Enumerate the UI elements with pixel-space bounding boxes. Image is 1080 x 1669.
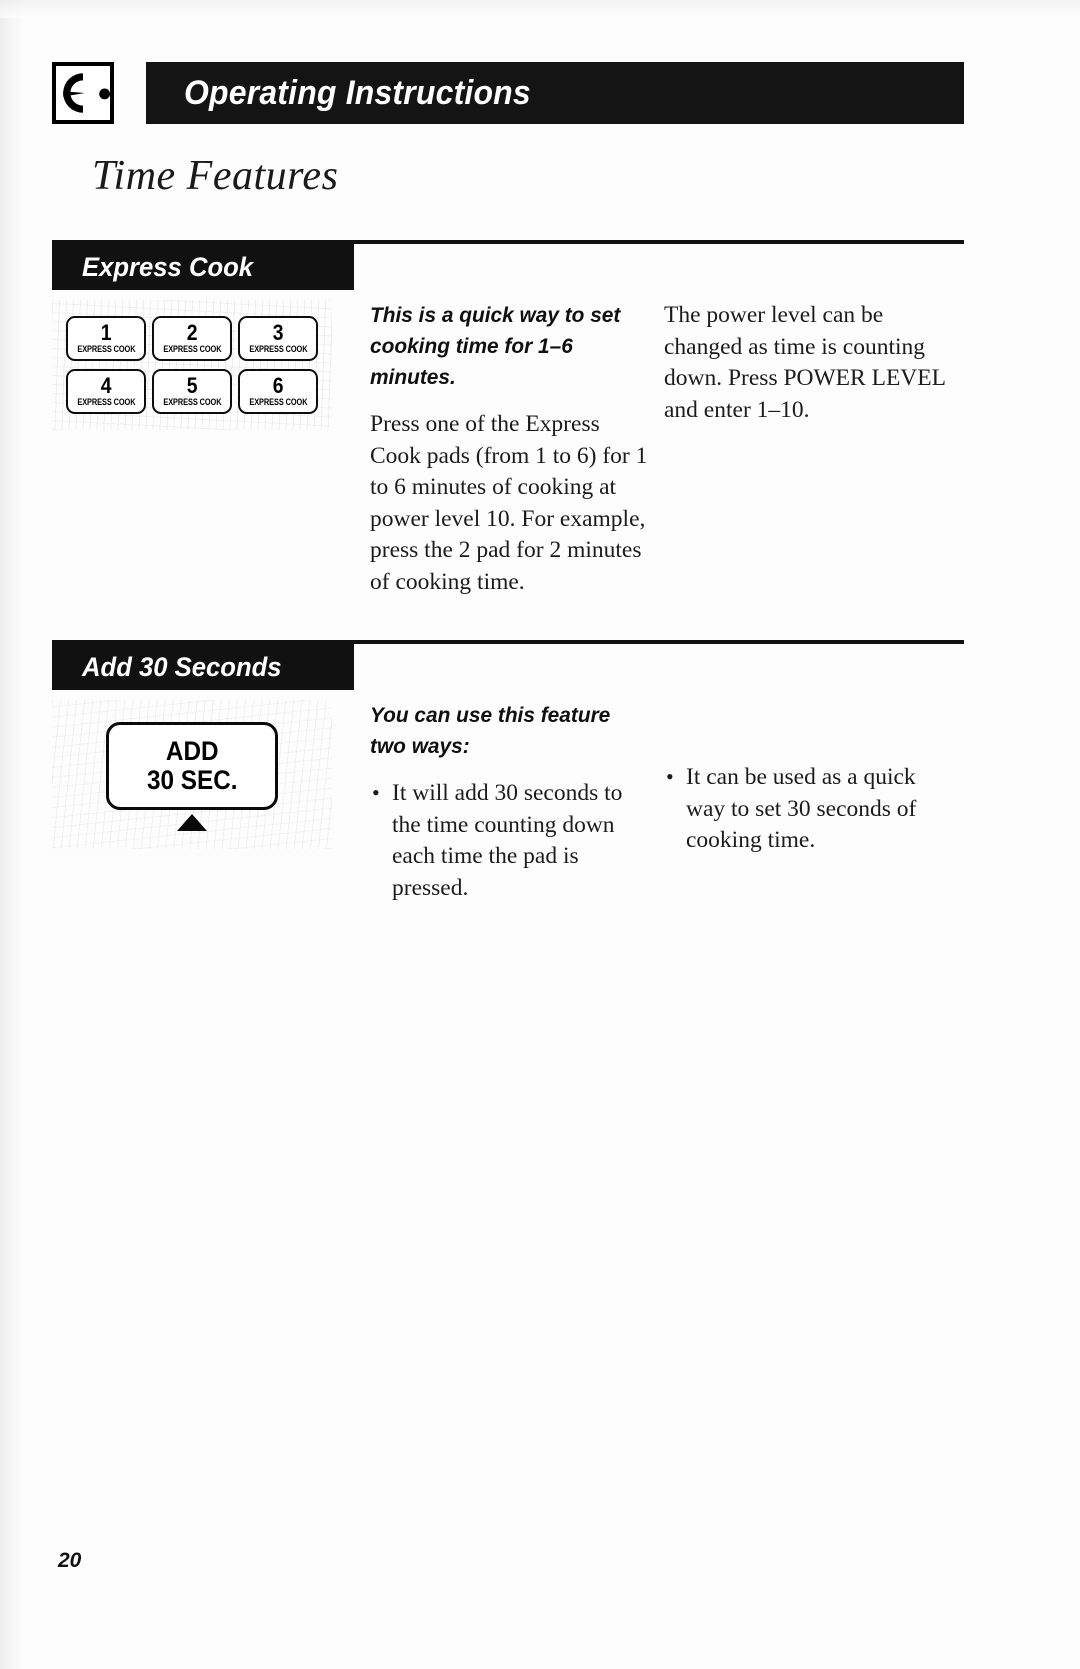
pad-sublabel: EXPRESS COOK: [76, 397, 136, 407]
express-cook-middle-column: This is a quick way to set cooking time …: [364, 300, 654, 598]
pad-sublabel: EXPRESS COOK: [76, 344, 136, 354]
oven-dial-icon: [52, 62, 114, 124]
page-number: 20: [58, 1549, 82, 1572]
list-item: It can be used as a quick way to set 30 …: [664, 761, 954, 857]
scan-edge-shadow-top: [0, 0, 1080, 18]
express-cook-artwork-column: 1 EXPRESS COOK 2 EXPRESS COOK 3 EXPRESS …: [52, 300, 364, 598]
express-cook-pad-3: 3 EXPRESS COOK: [238, 316, 318, 361]
pad-number: 4: [100, 373, 112, 398]
scan-edge-shadow-left: [0, 0, 26, 1669]
pad-sublabel: EXPRESS COOK: [162, 397, 222, 407]
page-header: Operating Instructions: [52, 62, 964, 124]
pad-sublabel: EXPRESS COOK: [162, 344, 222, 354]
add-30-sec-pad-line-2: 30 SEC.: [146, 765, 238, 795]
section-heading-add-30-seconds: Add 30 Seconds: [52, 644, 354, 690]
pad-number: 5: [186, 373, 198, 398]
express-cook-pad-5: 5 EXPRESS COOK: [152, 369, 232, 414]
add-30-seconds-right-column: It can be used as a quick way to set 30 …: [654, 700, 954, 910]
keypad-grid: 1 EXPRESS COOK 2 EXPRESS COOK 3 EXPRESS …: [66, 316, 318, 414]
add-30-seconds-right-bullet-list: It can be used as a quick way to set 30 …: [664, 761, 954, 857]
pad-sublabel: EXPRESS COOK: [248, 397, 308, 407]
add-30-sec-pad: ADD 30 SEC.: [106, 722, 278, 810]
express-cook-body-text: Press one of the Express Cook pads (from…: [370, 411, 648, 595]
add-30-seconds-pad-graphic: ADD 30 SEC.: [52, 700, 332, 849]
express-cook-pad-6: 6 EXPRESS COOK: [238, 369, 318, 414]
add-30-seconds-bullet-list: It will add 30 seconds to the time count…: [370, 777, 654, 904]
operating-instructions-banner: Operating Instructions: [146, 62, 964, 124]
page-title: Time Features: [92, 153, 339, 199]
banner-title: Operating Instructions: [184, 73, 531, 112]
express-cook-power-level-text: The power level can be changed as time i…: [664, 302, 946, 423]
pad-number: 6: [272, 373, 284, 398]
express-cook-keypad-graphic: 1 EXPRESS COOK 2 EXPRESS COOK 3 EXPRESS …: [52, 300, 332, 430]
express-cook-pad-1: 1 EXPRESS COOK: [66, 316, 146, 361]
pad-number: 2: [186, 320, 198, 345]
express-cook-lead-text: This is a quick way to set cooking time …: [370, 303, 621, 389]
section-heading-express-cook: Express Cook: [52, 244, 354, 290]
triangle-up-icon: [177, 814, 207, 831]
pad-number: 1: [100, 320, 112, 345]
section-body: 1 EXPRESS COOK 2 EXPRESS COOK 3 EXPRESS …: [52, 300, 964, 598]
document-page: Operating Instructions Time Features Exp…: [0, 0, 1080, 1669]
section-body: ADD 30 SEC. You can use this feature two…: [52, 700, 964, 910]
add-30-seconds-middle-column: You can use this feature two ways: It wi…: [364, 700, 654, 910]
list-item: It will add 30 seconds to the time count…: [370, 777, 654, 904]
express-cook-pad-4: 4 EXPRESS COOK: [66, 369, 146, 414]
add-30-seconds-lead-text: You can use this feature two ways:: [370, 703, 611, 758]
section-express-cook: Express Cook 1 EXPRESS COOK 2 EXPRESS CO…: [52, 240, 964, 598]
section-add-30-seconds: Add 30 Seconds ADD 30 SEC. You can use t…: [52, 640, 964, 910]
pad-number: 3: [272, 320, 284, 345]
add-30-sec-pad-line-1: ADD: [165, 736, 219, 766]
add-30-seconds-artwork-column: ADD 30 SEC.: [52, 700, 364, 910]
section-heading-label: Express Cook: [82, 251, 254, 282]
express-cook-right-column: The power level can be changed as time i…: [654, 300, 954, 598]
express-cook-pad-2: 2 EXPRESS COOK: [152, 316, 232, 361]
pad-sublabel: EXPRESS COOK: [248, 344, 308, 354]
section-heading-label: Add 30 Seconds: [82, 651, 282, 682]
